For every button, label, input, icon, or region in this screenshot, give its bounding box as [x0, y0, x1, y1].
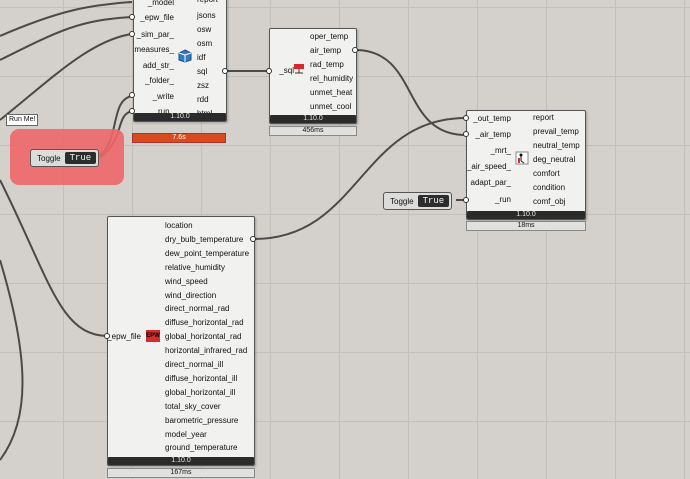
- input-run: _run: [494, 195, 511, 204]
- port-dot[interactable]: [352, 47, 358, 53]
- output-unmet-cool: unmet_cool: [310, 102, 352, 111]
- output-total-sky-cover: total_sky_cover: [165, 402, 221, 411]
- epw-runtime: 167ms: [107, 468, 255, 478]
- output-direct-normal-rad: direct_normal_rad: [165, 304, 230, 313]
- wire-left-bottom: [0, 259, 24, 461]
- input-air-temp: _air_temp: [475, 130, 511, 139]
- input-add-str: add_str_: [142, 61, 174, 70]
- port-dot[interactable]: [463, 197, 469, 203]
- port-dot[interactable]: [129, 92, 135, 98]
- port-dot[interactable]: [266, 68, 272, 74]
- person-icon: [515, 151, 529, 167]
- output-neutral-temp: neutral_temp: [533, 141, 580, 150]
- output-direct-normal-ill: direct_normal_ill: [165, 360, 224, 369]
- port-dot[interactable]: [250, 236, 256, 242]
- output-report: report: [533, 113, 554, 122]
- output-rdd: rdd: [197, 95, 209, 104]
- run-me-bubble: Run Me!: [6, 114, 39, 126]
- read-room-comfort-component[interactable]: _sql oper_temp air_temp rad_temp rel_hum…: [269, 28, 357, 124]
- input-folder: _folder_: [145, 76, 174, 85]
- wire-epw-in: [0, 179, 109, 337]
- output-deg-neutral: deg_neutral: [533, 155, 576, 164]
- output-air-temp: air_temp: [310, 46, 342, 55]
- output-barometric-pressure: barometric_pressure: [165, 416, 239, 425]
- output-zsz: zsz: [197, 81, 209, 90]
- wire-model: [0, 1, 133, 37]
- version-bar: 1.10.0: [270, 115, 356, 123]
- sim-runtime: 7.6s: [132, 133, 226, 143]
- output-relative-humidity: relative_humidity: [165, 263, 226, 272]
- output-model-year: model_year: [165, 430, 207, 439]
- input-air-speed: _air_speed_: [466, 162, 511, 171]
- output-ground-temperature: ground_temperature: [165, 443, 238, 452]
- toggle-value[interactable]: True: [417, 195, 450, 207]
- output-oper-temp: oper_temp: [310, 32, 349, 41]
- port-dot[interactable]: [222, 68, 228, 74]
- port-dot[interactable]: [129, 108, 135, 114]
- toggle-label: Toggle: [390, 196, 414, 206]
- wire-epw-file: [0, 16, 133, 61]
- output-dry-bulb-temperature: dry_bulb_temperature: [165, 235, 244, 244]
- version-bar: 1.10.0: [134, 113, 226, 121]
- output-rel-humidity: rel_humidity: [310, 74, 354, 83]
- output-rad-temp: rad_temp: [310, 60, 344, 69]
- port-dot[interactable]: [129, 31, 135, 37]
- run-toggle[interactable]: Toggle True: [30, 149, 100, 167]
- version-bar: 1.10.0: [108, 457, 254, 465]
- input-adapt-par: adapt_par_: [470, 178, 511, 187]
- output-dew-point-temperature: dew_point_temperature: [165, 249, 250, 258]
- port-dot[interactable]: [104, 333, 110, 339]
- output-report: report: [197, 0, 218, 5]
- input-mrt: _mrt_: [490, 146, 511, 155]
- output-global-horizontal-rad: global_horizontal_rad: [165, 332, 242, 341]
- port-dot[interactable]: [129, 14, 135, 20]
- wire-air-temp: [354, 49, 467, 136]
- output-prevail-temp: prevail_temp: [533, 127, 579, 136]
- output-wind-speed: wind_speed: [165, 277, 208, 286]
- input-sql: _sql: [279, 66, 294, 75]
- thermometer-icon: [293, 62, 305, 76]
- input-write: _write: [152, 92, 174, 101]
- toggle-label: Toggle: [37, 153, 61, 163]
- run-simulation-component[interactable]: _model _epw_file _sim_par_ measures_ add…: [133, 0, 227, 122]
- output-unmet-heat: unmet_heat: [310, 88, 353, 97]
- toggle-value[interactable]: True: [64, 152, 97, 164]
- input-epw-file: _epw_file: [107, 332, 141, 341]
- input-sim-par: _sim_par_: [136, 30, 174, 39]
- comfort-runtime: 18ms: [466, 221, 586, 231]
- output-idf: idf: [197, 53, 206, 62]
- output-location: location: [165, 221, 193, 230]
- output-diffuse-horizontal-rad: diffuse_horizontal_rad: [165, 318, 244, 327]
- sql-runtime: 456ms: [269, 126, 357, 136]
- output-wind-direction: wind_direction: [165, 291, 217, 300]
- output-osw: osw: [197, 25, 212, 34]
- output-comf-obj: comf_obj: [533, 197, 566, 206]
- output-comfort: comfort: [533, 169, 560, 178]
- input-epw-file: _epw_file: [140, 13, 174, 22]
- port-dot[interactable]: [463, 131, 469, 137]
- cube-icon: [178, 49, 192, 65]
- output-jsons: jsons: [197, 11, 216, 20]
- import-epw-component[interactable]: _epw_file EPW location dry_bulb_temperat…: [107, 216, 255, 466]
- wire-sim-par: [0, 33, 133, 121]
- output-sql: sql: [197, 67, 208, 76]
- output-diffuse-horizontal-ill: diffuse_horizontal_ill: [165, 374, 238, 383]
- output-condition: condition: [533, 183, 566, 192]
- epw-icon: EPW: [146, 330, 160, 342]
- output-global-horizontal-ill: global_horizontal_ill: [165, 388, 236, 397]
- input-measures: measures_: [134, 45, 174, 54]
- output-horizontal-infrared-rad: horizontal_infrared_rad: [165, 346, 248, 355]
- run-toggle-2[interactable]: Toggle True: [383, 192, 453, 210]
- port-dot[interactable]: [463, 115, 469, 121]
- output-osm: osm: [197, 39, 213, 48]
- input-out-temp: _out_temp: [473, 114, 511, 123]
- wire-dry-bulb: [253, 117, 467, 240]
- input-model: _model: [147, 0, 174, 7]
- adaptive-comfort-component[interactable]: _out_temp _air_temp _mrt_ _air_speed_ ad…: [466, 110, 586, 220]
- version-bar: 1.10.0: [467, 211, 585, 219]
